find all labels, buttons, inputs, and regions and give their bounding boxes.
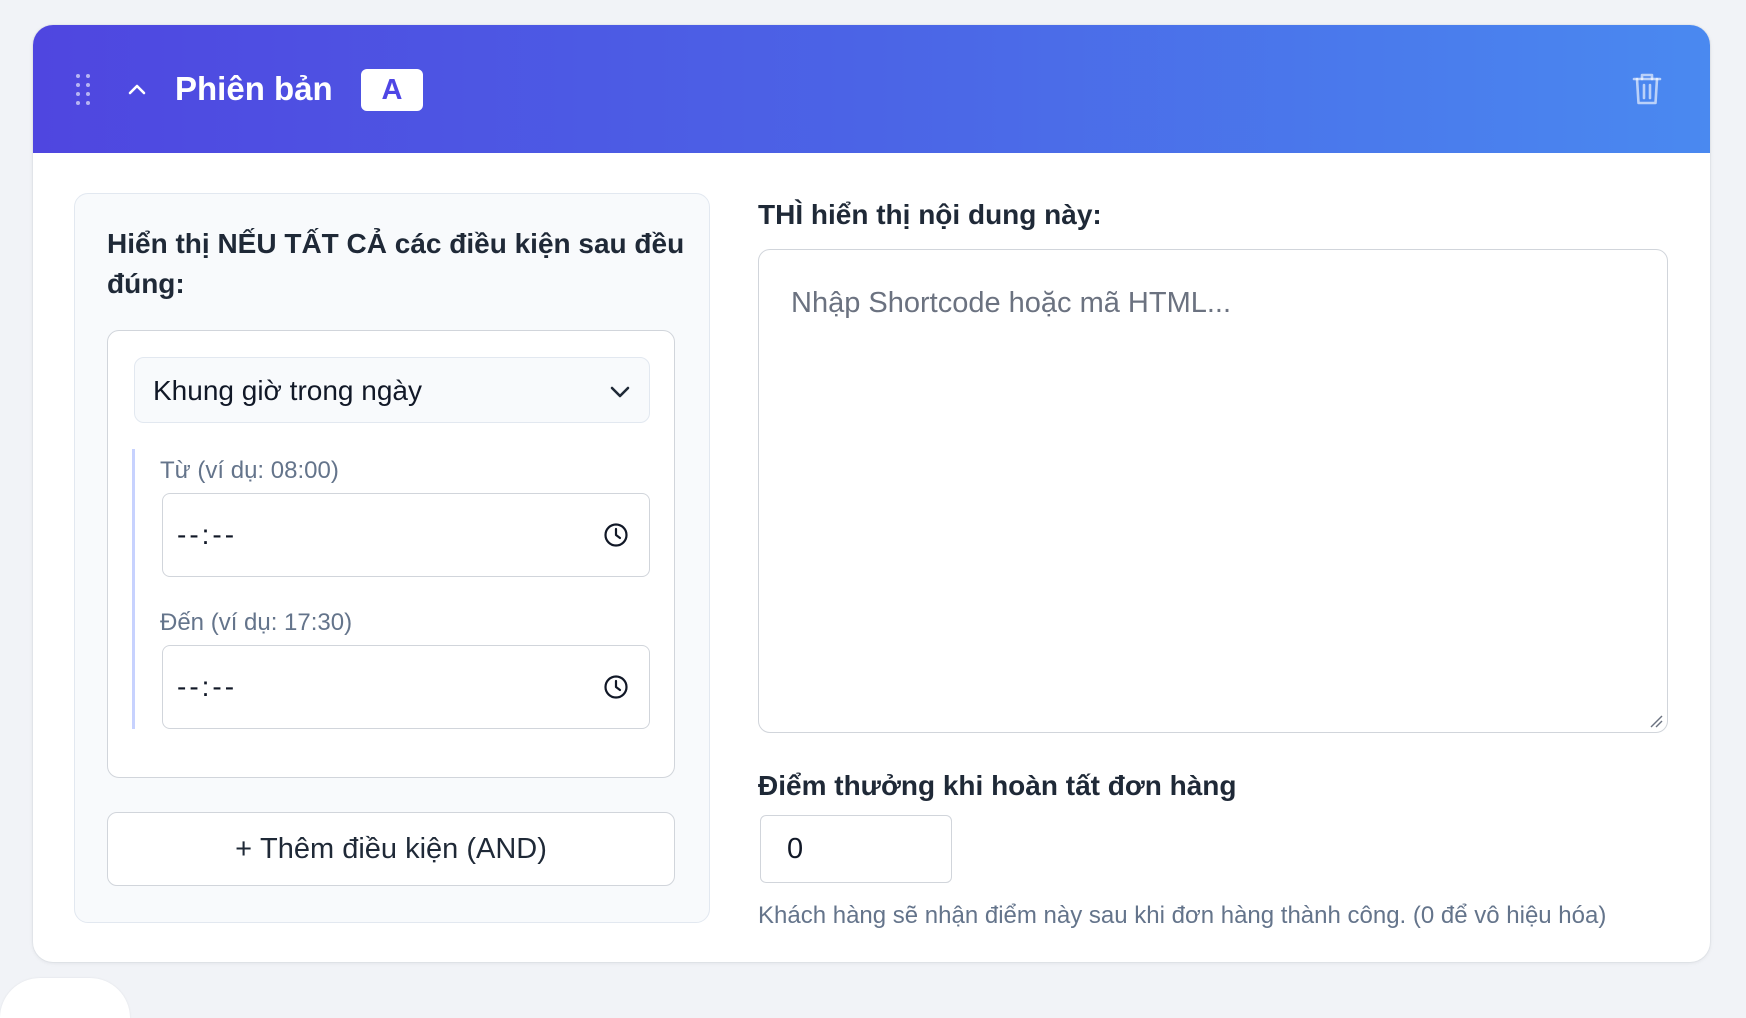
version-title: Phiên bản [175,70,333,107]
version-card: Phiên bản A Hiển thị NẾU TẤT CẢ các điều… [33,25,1710,962]
version-header: Phiên bản A [33,25,1710,153]
condition-type-select[interactable]: Khung giờ trong ngày [134,357,650,423]
drag-handle-icon[interactable] [74,74,94,105]
chevron-down-icon [605,376,635,406]
content-placeholder: Nhập Shortcode hoặc mã HTML... [791,287,1232,319]
points-input[interactable]: 0 [760,815,952,883]
from-time-input[interactable]: --:-- [162,493,650,577]
next-card-edge [0,978,130,1018]
version-badge: A [361,69,423,111]
clock-icon[interactable] [603,674,629,700]
content-title: THÌ hiển thị nội dung này: [758,199,1102,230]
to-time-value: --:-- [177,671,238,702]
to-time-input[interactable]: --:-- [162,645,650,729]
to-label: Đến (ví dụ: 17:30) [160,609,353,636]
condition-type-value: Khung giờ trong ngày [153,375,422,406]
chevron-up-icon[interactable] [123,75,151,103]
from-label: Từ (ví dụ: 08:00) [160,457,339,484]
condition-range-rule [132,449,135,729]
from-time-value: --:-- [177,519,238,550]
trash-icon[interactable] [1630,71,1664,107]
condition-box: Khung giờ trong ngày Từ (ví dụ: 08:00) -… [107,330,675,778]
points-help-text: Khách hàng sẽ nhận điểm này sau khi đơn … [758,902,1607,929]
points-value: 0 [787,833,804,865]
add-condition-button[interactable]: + Thêm điều kiện (AND) [107,812,675,886]
conditions-panel: Hiển thị NẾU TẤT CẢ các điều kiện sau đề… [74,193,710,923]
content-textarea[interactable]: Nhập Shortcode hoặc mã HTML... [758,249,1668,733]
clock-icon[interactable] [603,522,629,548]
conditions-title: Hiển thị NẾU TẤT CẢ các điều kiện sau đề… [107,228,685,299]
plus-icon: + [235,832,253,865]
add-condition-label: Thêm điều kiện (AND) [260,832,547,865]
points-label: Điểm thưởng khi hoàn tất đơn hàng [758,770,1237,801]
resize-grip-icon[interactable] [1649,714,1663,728]
